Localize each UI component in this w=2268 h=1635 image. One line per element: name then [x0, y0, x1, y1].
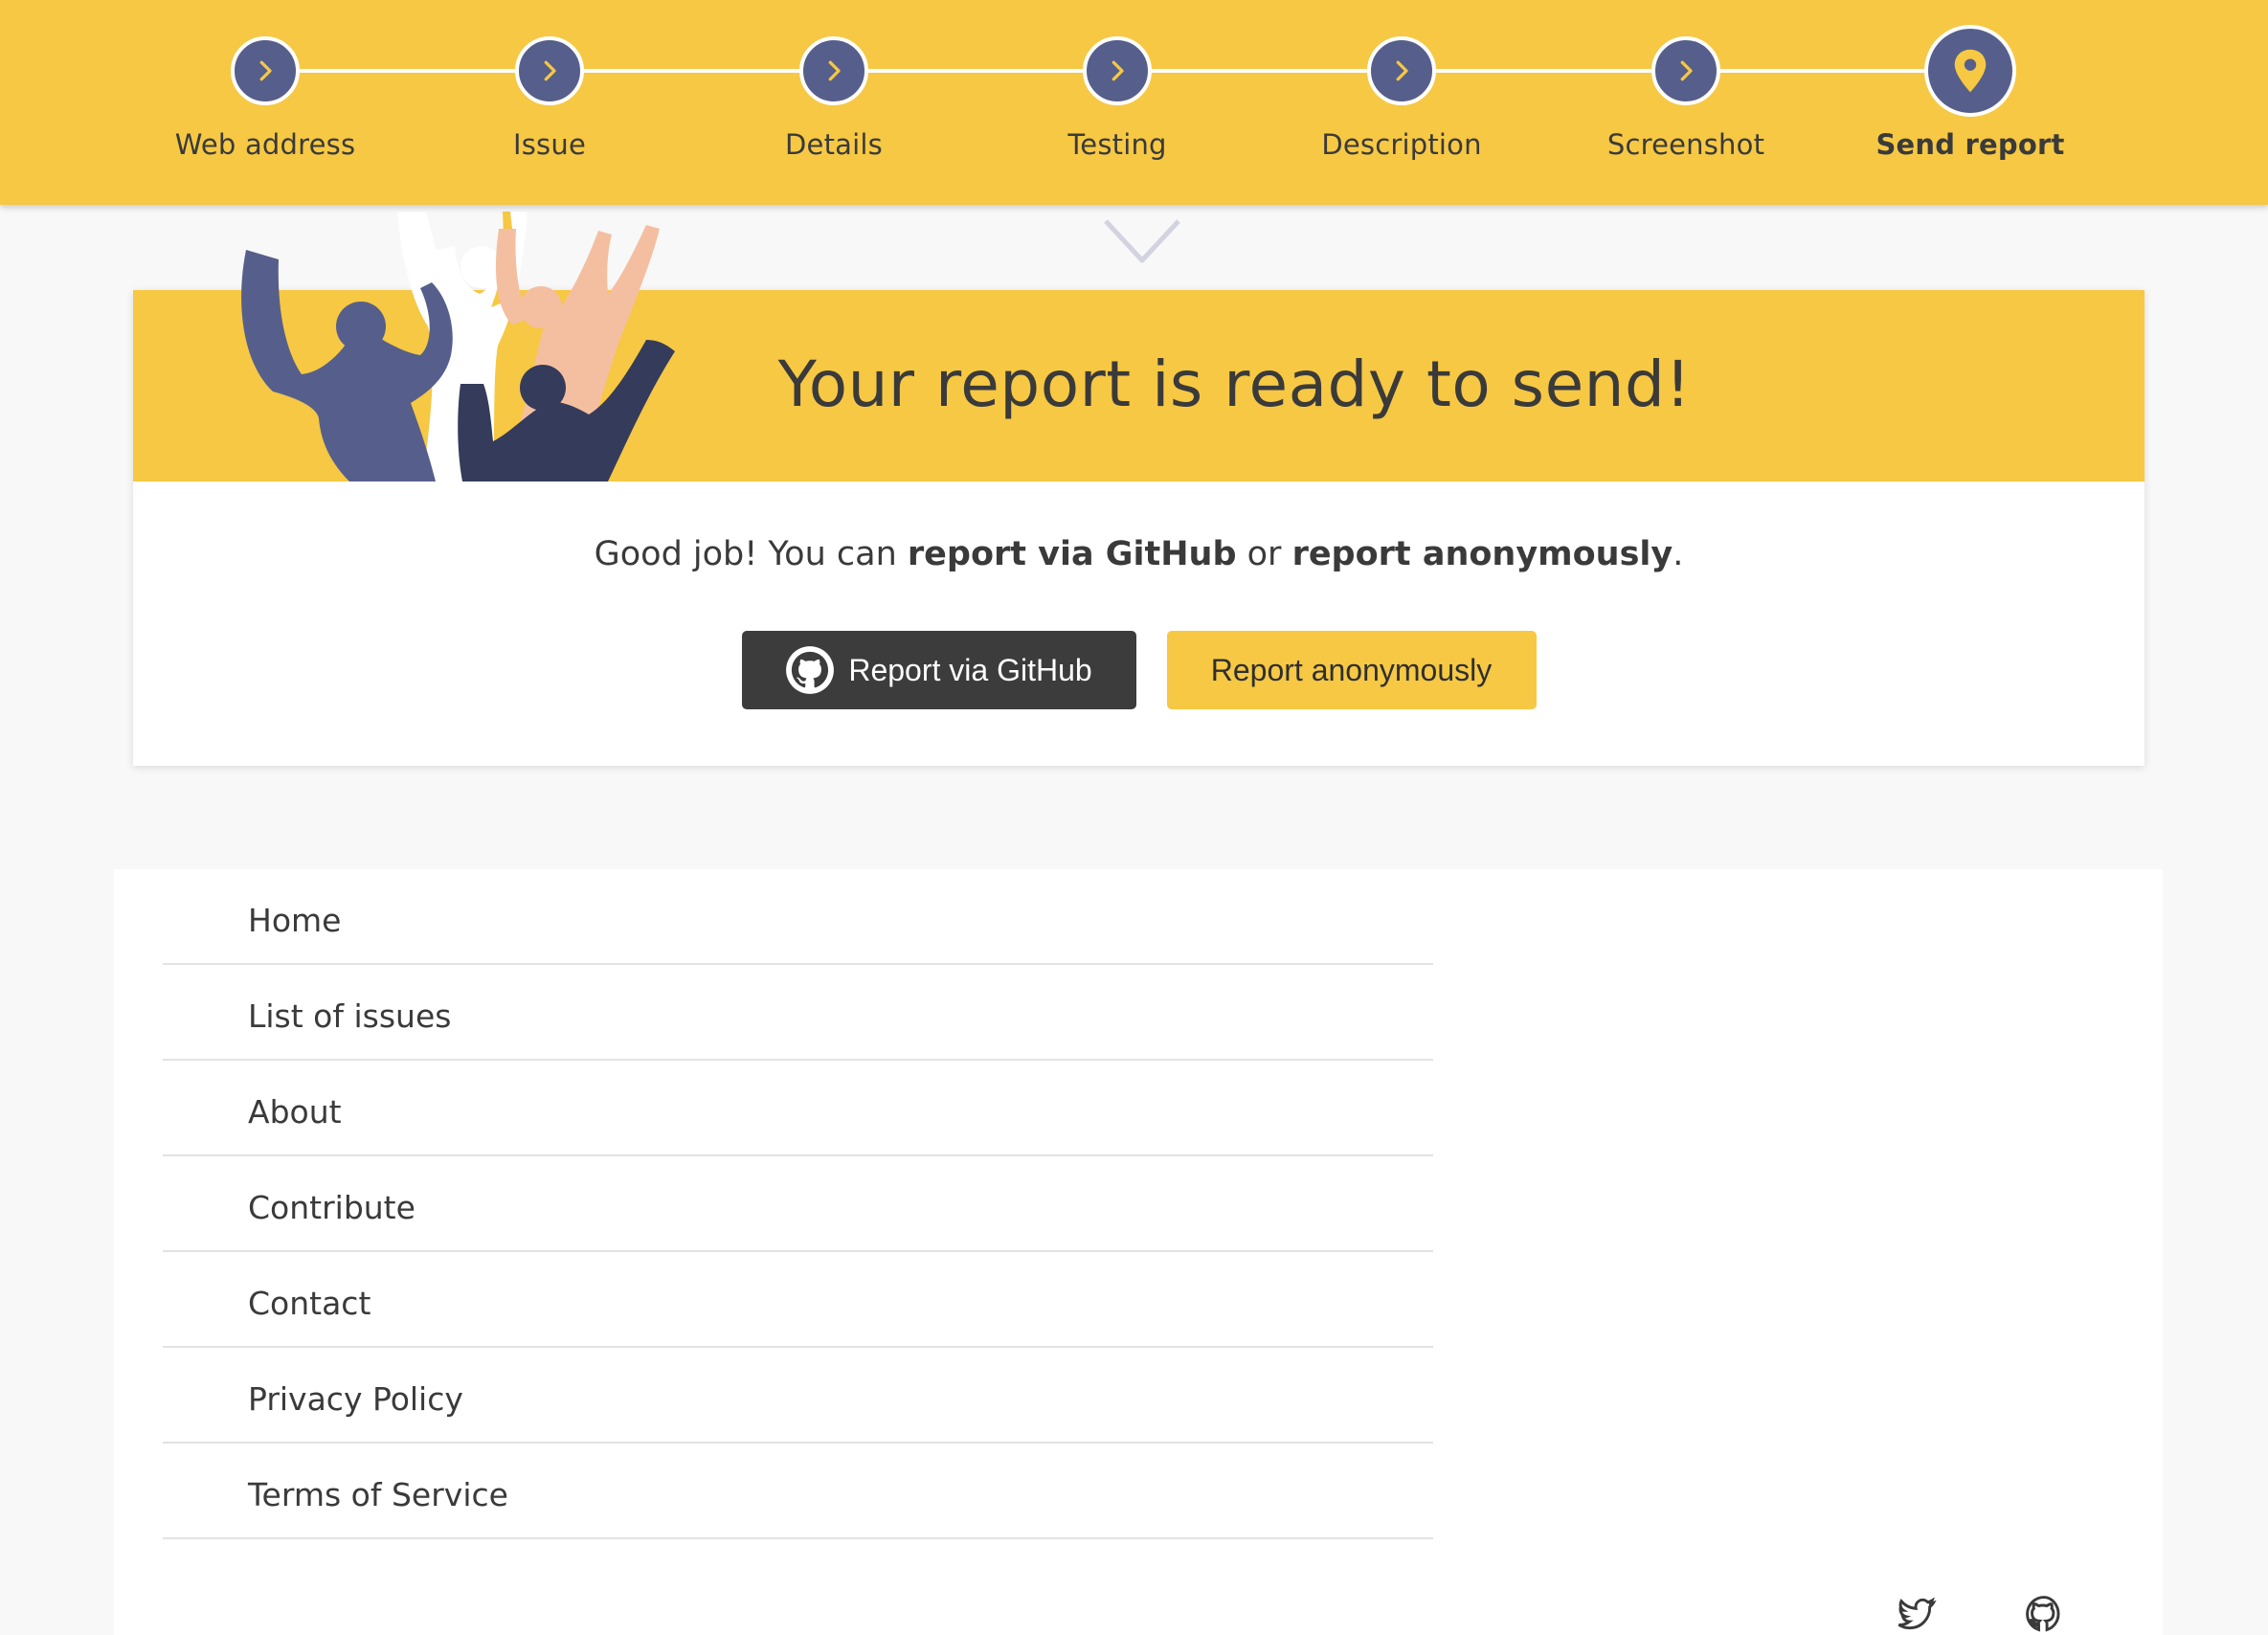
step-send-report[interactable]: Send report: [1827, 0, 2114, 205]
footer-link-contribute[interactable]: Contribute: [163, 1156, 1433, 1250]
step-testing[interactable]: Testing: [974, 0, 1261, 205]
instructions-suffix: .: [1673, 535, 1684, 573]
footer-item-list-of-issues: List of issues: [163, 965, 1433, 1061]
step-label: Testing: [1067, 128, 1167, 161]
report-anonymously-label: Report anonymously: [1210, 652, 1493, 687]
chevron-right-icon: [1367, 36, 1436, 105]
footer-item-about: About: [163, 1061, 1433, 1156]
step-description[interactable]: Description: [1258, 0, 1545, 205]
step-label: Web address: [174, 128, 356, 161]
footer-link-home[interactable]: Home: [163, 869, 1433, 963]
footer-social-icons: [1895, 1593, 2065, 1635]
map-pin-icon: [1924, 25, 2016, 117]
footer-link-contact[interactable]: Contact: [163, 1252, 1433, 1346]
step-label: Send report: [1875, 128, 2065, 161]
chevron-right-icon: [799, 36, 868, 105]
chevron-down-icon: [1104, 219, 1180, 263]
footer-nav: Home List of issues About Contribute Con…: [163, 869, 1433, 1539]
report-ready-card: Your report is ready to send! Good job! …: [133, 212, 2144, 766]
card-banner: Your report is ready to send!: [133, 212, 2144, 482]
github-icon: [786, 646, 835, 694]
celebrating-people-illustration: [241, 212, 675, 482]
footer-link-terms-of-service[interactable]: Terms of Service: [163, 1444, 1433, 1537]
footer-link-list-of-issues[interactable]: List of issues: [163, 965, 1433, 1059]
report-via-github-button[interactable]: Report via GitHub: [741, 631, 1136, 709]
footer-item-terms-of-service: Terms of Service: [163, 1444, 1433, 1539]
instructions-github-emphasis: report via GitHub: [907, 535, 1237, 573]
instructions-middle: or: [1236, 535, 1292, 573]
step-details[interactable]: Details: [690, 0, 977, 205]
chevron-right-icon: [1651, 36, 1720, 105]
report-anonymously-button[interactable]: Report anonymously: [1166, 631, 1537, 709]
report-buttons: Report via GitHub Report anonymously: [133, 631, 2144, 709]
footer-item-privacy-policy: Privacy Policy: [163, 1348, 1433, 1444]
report-via-github-label: Report via GitHub: [848, 652, 1092, 687]
step-web-address[interactable]: Web address: [122, 0, 409, 205]
step-issue[interactable]: Issue: [406, 0, 693, 205]
site-footer: Home List of issues About Contribute Con…: [114, 869, 2163, 1635]
step-screenshot[interactable]: Screenshot: [1542, 0, 1830, 205]
twitter-icon[interactable]: [1895, 1593, 1937, 1635]
step-label: Screenshot: [1606, 128, 1765, 161]
report-instructions: Good job! You can report via GitHub or r…: [133, 535, 2144, 573]
footer-item-contact: Contact: [163, 1252, 1433, 1348]
footer-link-privacy-policy[interactable]: Privacy Policy: [163, 1348, 1433, 1442]
step-label: Details: [785, 128, 883, 161]
footer-item-contribute: Contribute: [163, 1156, 1433, 1252]
step-label: Issue: [513, 128, 586, 161]
github-icon[interactable]: [2023, 1593, 2065, 1635]
chevron-right-icon: [231, 36, 300, 105]
instructions-prefix: Good job! You can: [594, 535, 908, 573]
chevron-right-icon: [515, 36, 584, 105]
report-ready-title: Your report is ready to send!: [777, 347, 1692, 421]
chevron-right-icon: [1083, 36, 1152, 105]
footer-link-about[interactable]: About: [163, 1061, 1433, 1154]
step-label: Description: [1321, 128, 1482, 161]
footer-item-home: Home: [163, 869, 1433, 965]
progress-stepper: Web address Issue Details Testing Descri…: [0, 0, 2268, 205]
instructions-anonymous-emphasis: report anonymously: [1291, 535, 1673, 573]
